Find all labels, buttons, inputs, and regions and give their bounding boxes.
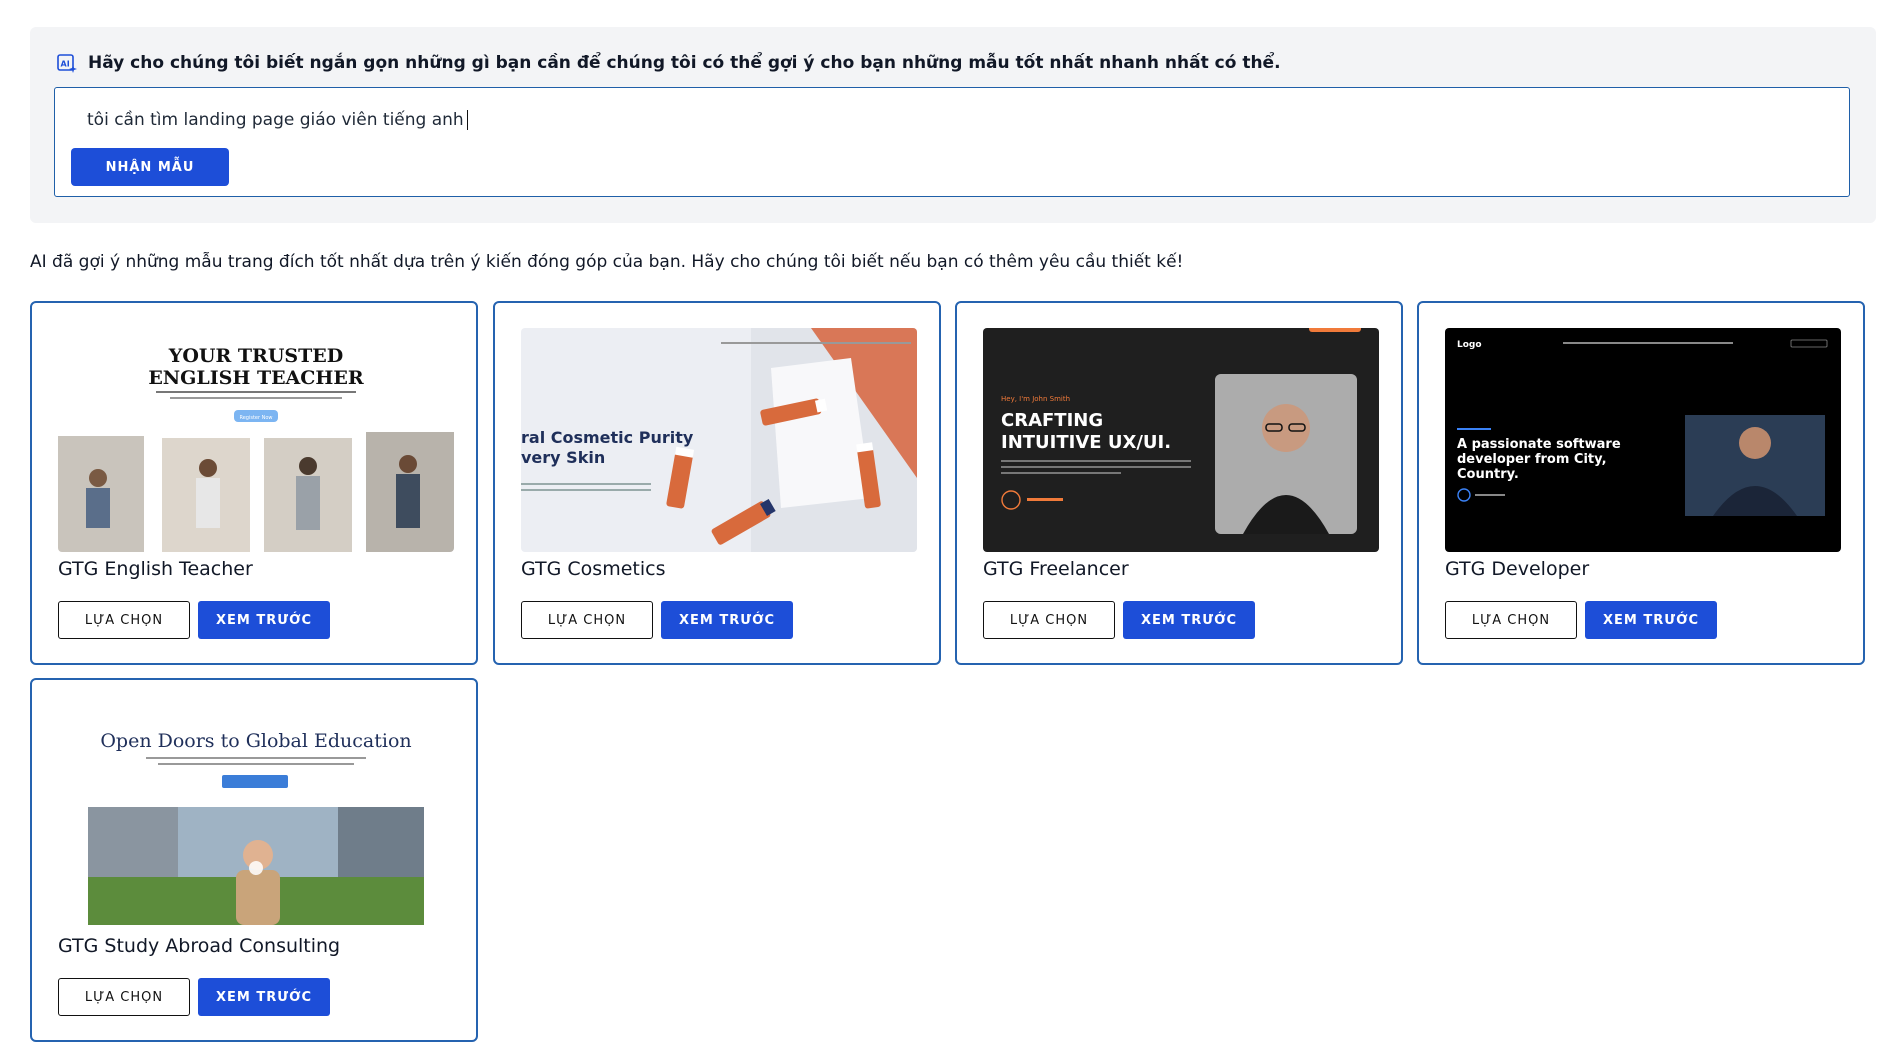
- template-card-freelancer: Hey, I'm John Smith CRAFTING INTUITIVE U…: [955, 301, 1403, 665]
- preview-button[interactable]: XEM TRƯỚC: [198, 601, 330, 639]
- thumb-heading-2: developer from City,: [1457, 452, 1607, 467]
- text-caret: [466, 110, 468, 130]
- choose-button[interactable]: LỰA CHỌN: [1445, 601, 1577, 639]
- template-thumbnail[interactable]: ral Cosmetic Purity very Skin: [521, 328, 917, 552]
- ai-prompt-header: AI Hãy cho chúng tôi biết ngắn gọn những…: [56, 52, 1281, 74]
- ai-prompt-panel: AI Hãy cho chúng tôi biết ngắn gọn những…: [30, 27, 1876, 223]
- template-name: GTG Developer: [1445, 558, 1590, 580]
- get-template-button[interactable]: NHẬN MẪU: [71, 148, 229, 186]
- thumb-heading-3: Country.: [1457, 467, 1519, 482]
- thumb-button: Register Now: [239, 415, 272, 421]
- thumb-heading-2: very Skin: [521, 448, 605, 467]
- choose-button[interactable]: LỰA CHỌN: [983, 601, 1115, 639]
- choose-button[interactable]: LỰA CHỌN: [58, 978, 190, 1016]
- template-thumbnail[interactable]: YOUR TRUSTED ENGLISH TEACHER Register No…: [58, 328, 454, 552]
- thumb-heading-2: ENGLISH TEACHER: [148, 367, 364, 389]
- thumb-heading-1: ral Cosmetic Purity: [521, 428, 694, 447]
- ai-sparkle-icon: AI: [57, 54, 77, 73]
- template-thumbnail[interactable]: Hey, I'm John Smith CRAFTING INTUITIVE U…: [983, 328, 1379, 552]
- thumb-heading-1: CRAFTING: [1001, 410, 1103, 431]
- template-name: GTG Cosmetics: [521, 558, 666, 580]
- choose-button[interactable]: LỰA CHỌN: [58, 601, 190, 639]
- template-thumbnail[interactable]: Logo A passionate software developer fro…: [1445, 328, 1841, 552]
- template-card-cosmetics: ral Cosmetic Purity very Skin GTG Cosmet…: [493, 301, 941, 665]
- svg-text:AI: AI: [61, 60, 70, 69]
- thumb-heading-1: YOUR TRUSTED: [168, 345, 343, 367]
- preview-button[interactable]: XEM TRƯỚC: [1123, 601, 1255, 639]
- template-thumbnail[interactable]: Open Doors to Global Education: [58, 705, 454, 929]
- thumb-heading-2: INTUITIVE UX/UI.: [1001, 432, 1171, 453]
- template-card-developer: Logo A passionate software developer fro…: [1417, 301, 1865, 665]
- thumb-heading-1: Open Doors to Global Education: [100, 730, 411, 752]
- template-name: GTG Freelancer: [983, 558, 1129, 580]
- ai-result-message: AI đã gợi ý những mẫu trang đích tốt nhấ…: [30, 252, 1184, 272]
- thumb-heading-1: A passionate software: [1457, 437, 1621, 452]
- preview-button[interactable]: XEM TRƯỚC: [198, 978, 330, 1016]
- preview-button[interactable]: XEM TRƯỚC: [661, 601, 793, 639]
- ai-prompt-input-value[interactable]: tôi cần tìm landing page giáo viên tiếng…: [87, 110, 464, 130]
- thumb-logo: Logo: [1457, 340, 1482, 350]
- thumb-kicker: Hey, I'm John Smith: [1001, 395, 1070, 403]
- template-name: GTG English Teacher: [58, 558, 253, 580]
- template-name: GTG Study Abroad Consulting: [58, 935, 341, 957]
- template-card-study-abroad: Open Doors to Global Education GTG Study…: [30, 678, 478, 1042]
- template-card-english-teacher: YOUR TRUSTED ENGLISH TEACHER Register No…: [30, 301, 478, 665]
- ai-prompt-input[interactable]: tôi cần tìm landing page giáo viên tiếng…: [54, 87, 1850, 197]
- preview-button[interactable]: XEM TRƯỚC: [1585, 601, 1717, 639]
- ai-prompt-title: Hãy cho chúng tôi biết ngắn gọn những gì…: [88, 53, 1281, 73]
- choose-button[interactable]: LỰA CHỌN: [521, 601, 653, 639]
